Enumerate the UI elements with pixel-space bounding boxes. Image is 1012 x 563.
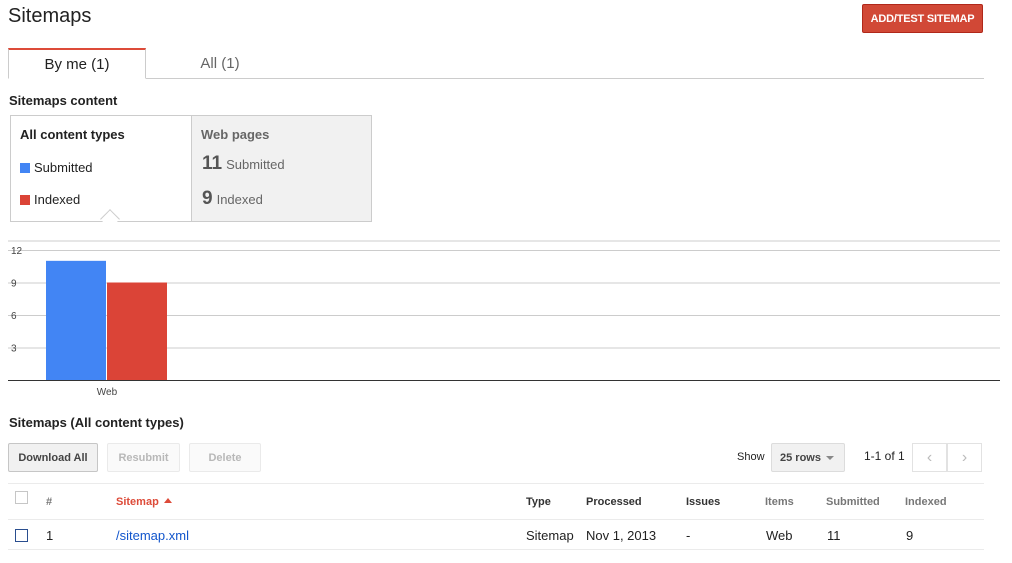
legend-indexed: Indexed [20, 192, 80, 207]
column-number: # [46, 496, 53, 508]
web-submitted-count: 11 [202, 153, 223, 174]
row-number: 1 [46, 528, 54, 543]
column-indexed[interactable]: Indexed [905, 496, 947, 508]
download-all-button[interactable]: Download All [8, 443, 98, 472]
web-submitted-stat: 11 Submitted [202, 153, 285, 175]
column-sitemap[interactable]: Sitemap [116, 496, 172, 508]
row-indexed: 9 [906, 528, 914, 543]
chevron-down-icon [825, 455, 834, 460]
column-issues[interactable]: Issues [686, 496, 720, 508]
rows-per-page-value: 25 rows [780, 451, 821, 464]
sitemaps-content-heading: Sitemaps content [9, 93, 118, 108]
sitemaps-bar-chart: 3 6 9 12 Web [8, 240, 1000, 400]
x-tick-label: Web [97, 387, 118, 398]
row-submitted: 11 [827, 528, 841, 543]
bar-submitted [46, 260, 106, 380]
legend-submitted-label: Submitted [34, 160, 93, 175]
resubmit-button[interactable]: Resubmit [107, 443, 180, 472]
selection-pointer-icon [100, 209, 120, 229]
legend-submitted: Submitted [20, 160, 93, 175]
sitemaps-list-heading: Sitemaps (All content types) [9, 415, 184, 430]
column-processed[interactable]: Processed [586, 496, 642, 508]
delete-button[interactable]: Delete [189, 443, 261, 472]
y-tick-label: 6 [11, 311, 17, 322]
bar-indexed [107, 282, 167, 380]
web-pages-heading: Web pages [201, 127, 270, 142]
add-test-sitemap-button[interactable]: ADD/TEST SITEMAP [862, 4, 983, 33]
column-submitted[interactable]: Submitted [826, 496, 880, 508]
content-type-panel: All content types Submitted Indexed Web … [10, 115, 372, 229]
chevron-left-icon: ‹ [926, 448, 933, 466]
row-type: Sitemap [526, 528, 574, 543]
select-all-checkbox[interactable] [15, 491, 28, 504]
pagination-range: 1-1 of 1 [864, 449, 905, 463]
row-checkbox[interactable] [15, 529, 28, 542]
chart-svg: 3 6 9 12 Web [8, 240, 1000, 398]
tab-all[interactable]: All (1) [146, 48, 294, 79]
all-content-types-card[interactable]: All content types Submitted Indexed [11, 116, 191, 229]
column-items[interactable]: Items [765, 496, 794, 508]
table-row: 1 /sitemap.xml Sitemap Nov 1, 2013 - Web… [8, 520, 984, 550]
row-items: Web [766, 528, 793, 543]
web-indexed-stat: 9 Indexed [202, 188, 263, 210]
row-processed: Nov 1, 2013 [586, 528, 657, 543]
page-title: Sitemaps [8, 5, 92, 27]
sort-ascending-icon [163, 498, 172, 503]
legend-indexed-label: Indexed [34, 192, 81, 207]
previous-page-button[interactable]: ‹ [912, 443, 947, 472]
sitemap-link[interactable]: /sitemap.xml [116, 528, 189, 543]
chevron-right-icon: › [961, 448, 968, 466]
rows-per-page-select[interactable]: 25 rows [771, 443, 845, 472]
tab-by-me[interactable]: By me (1) [8, 48, 146, 79]
column-type[interactable]: Type [526, 496, 551, 508]
indexed-swatch-icon [20, 194, 30, 205]
submitted-swatch-icon [20, 162, 30, 173]
column-sitemap-label: Sitemap [116, 496, 159, 508]
web-pages-card[interactable]: Web pages 11 Submitted 9 Indexed [191, 116, 371, 221]
row-issues: - [686, 528, 691, 543]
y-tick-label: 9 [11, 279, 17, 290]
web-indexed-label: Indexed [216, 192, 263, 207]
next-page-button[interactable]: › [947, 443, 982, 472]
show-label: Show [737, 451, 765, 463]
table-header: # Sitemap Type Processed Issues Items Su… [8, 483, 984, 520]
tab-bar: By me (1) All (1) [8, 48, 984, 79]
web-submitted-label: Submitted [226, 157, 285, 172]
y-tick-label: 3 [11, 344, 17, 355]
all-content-types-heading: All content types [20, 127, 125, 142]
y-tick-label: 12 [11, 246, 23, 257]
web-indexed-count: 9 [202, 188, 213, 209]
